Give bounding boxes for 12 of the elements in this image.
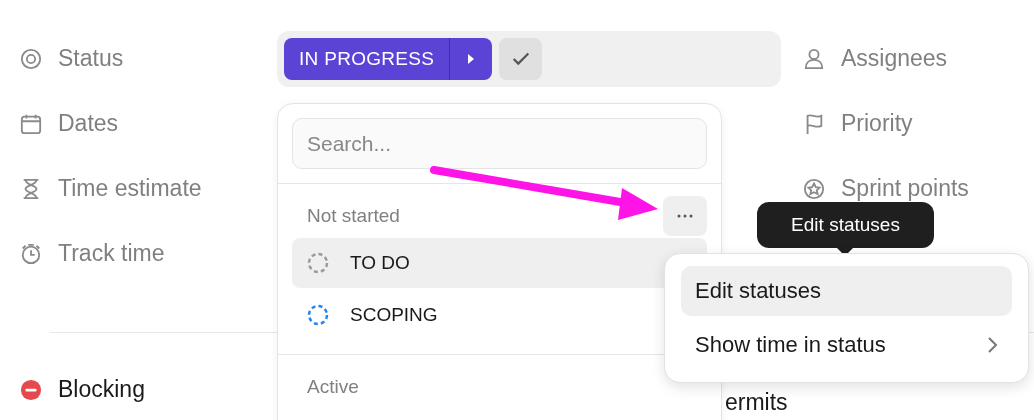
relationship-label: ermits [725,389,788,416]
relationship-label: Blocking [58,376,145,403]
property-label: Track time [58,240,165,267]
property-label: Dates [58,110,119,137]
property-label: Time estimate [58,175,202,202]
property-label: Sprint points [841,175,969,202]
group-label: Not started [307,205,400,227]
property-label: Assignees [841,45,948,72]
group-label: Active [307,376,359,398]
property-label: Status [58,45,124,72]
property-label: Priority [841,110,913,137]
tooltip: Edit statuses [757,202,934,248]
